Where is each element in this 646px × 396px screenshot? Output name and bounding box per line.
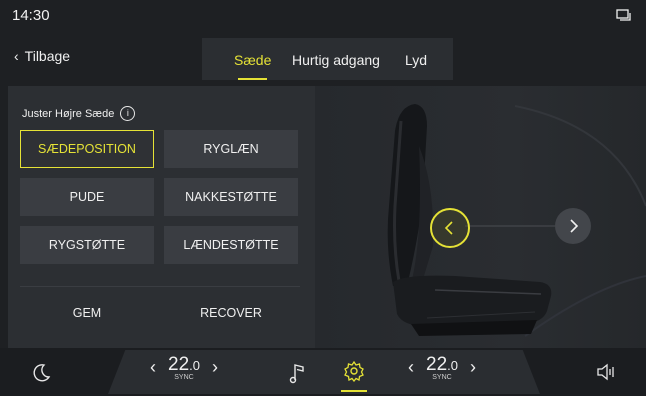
panel-title: Juster Højre Sæde i	[22, 106, 136, 121]
headrest-button[interactable]: NAKKESTØTTE	[164, 178, 298, 216]
tab-quick-access[interactable]: Hurtig adgang	[292, 52, 380, 68]
next-view-button[interactable]	[555, 208, 591, 244]
bottom-bar: ‹ 22.0 SYNC › ‹ 22.0 SYNC ›	[0, 348, 646, 396]
tab-seat[interactable]: Sæde	[234, 52, 271, 68]
left-temp-increase-button[interactable]: ›	[212, 357, 218, 378]
backrest-button[interactable]: RYGLÆN	[164, 130, 298, 168]
active-tab-indicator	[238, 78, 267, 80]
recover-button[interactable]: RECOVER	[164, 301, 298, 325]
seat-illustration-area	[315, 86, 646, 348]
right-temp-decrease-button[interactable]: ‹	[408, 357, 414, 378]
tab-sound[interactable]: Lyd	[405, 52, 427, 68]
panel-divider	[20, 286, 300, 287]
right-temp-value: 22	[426, 354, 448, 375]
right-temp-decimal: .0	[447, 358, 458, 373]
back-label: Tilbage	[24, 48, 71, 64]
right-climate-control: ‹ 22.0 SYNC ›	[408, 354, 476, 381]
left-temp-value: 22	[168, 354, 190, 375]
music-note-icon[interactable]	[288, 361, 308, 385]
volume-icon[interactable]	[596, 363, 618, 381]
left-sync-label: SYNC	[174, 374, 194, 381]
lumbar-support-button[interactable]: LÆNDESTØTTE	[164, 226, 298, 264]
moon-icon[interactable]	[30, 362, 52, 384]
info-icon[interactable]: i	[120, 106, 136, 121]
right-sync-label: SYNC	[432, 374, 452, 381]
cushion-button[interactable]: PUDE	[20, 178, 154, 216]
seat-position-button[interactable]: SÆDEPOSITION	[20, 130, 154, 168]
back-support-button[interactable]: RYGSTØTTE	[20, 226, 154, 264]
settings-active-indicator	[341, 390, 367, 392]
save-button[interactable]: GEM	[20, 301, 154, 325]
window-switch-icon[interactable]	[616, 9, 632, 21]
left-temp-decimal: .0	[189, 358, 200, 373]
left-climate-control: ‹ 22.0 SYNC ›	[150, 354, 218, 381]
chevron-left-icon: ‹	[14, 48, 19, 64]
right-temp-display: 22.0 SYNC	[426, 354, 458, 381]
chevron-left-icon	[444, 221, 453, 235]
left-temp-decrease-button[interactable]: ‹	[150, 357, 156, 378]
seat-adjust-panel: Juster Højre Sæde i SÆDEPOSITION RYGLÆN …	[8, 86, 315, 348]
status-time: 14:30	[12, 7, 50, 24]
seat-illustration	[387, 104, 646, 337]
previous-view-button[interactable]	[430, 208, 470, 248]
tab-bar: Sæde Hurtig adgang Lyd	[202, 38, 453, 80]
settings-gear-icon[interactable]	[343, 360, 365, 382]
right-temp-increase-button[interactable]: ›	[470, 357, 476, 378]
left-temp-display: 22.0 SYNC	[168, 354, 200, 381]
panel-title-text: Juster Højre Sæde	[22, 107, 115, 120]
back-button[interactable]: ‹ Tilbage	[14, 48, 70, 64]
chevron-right-icon	[570, 219, 579, 233]
